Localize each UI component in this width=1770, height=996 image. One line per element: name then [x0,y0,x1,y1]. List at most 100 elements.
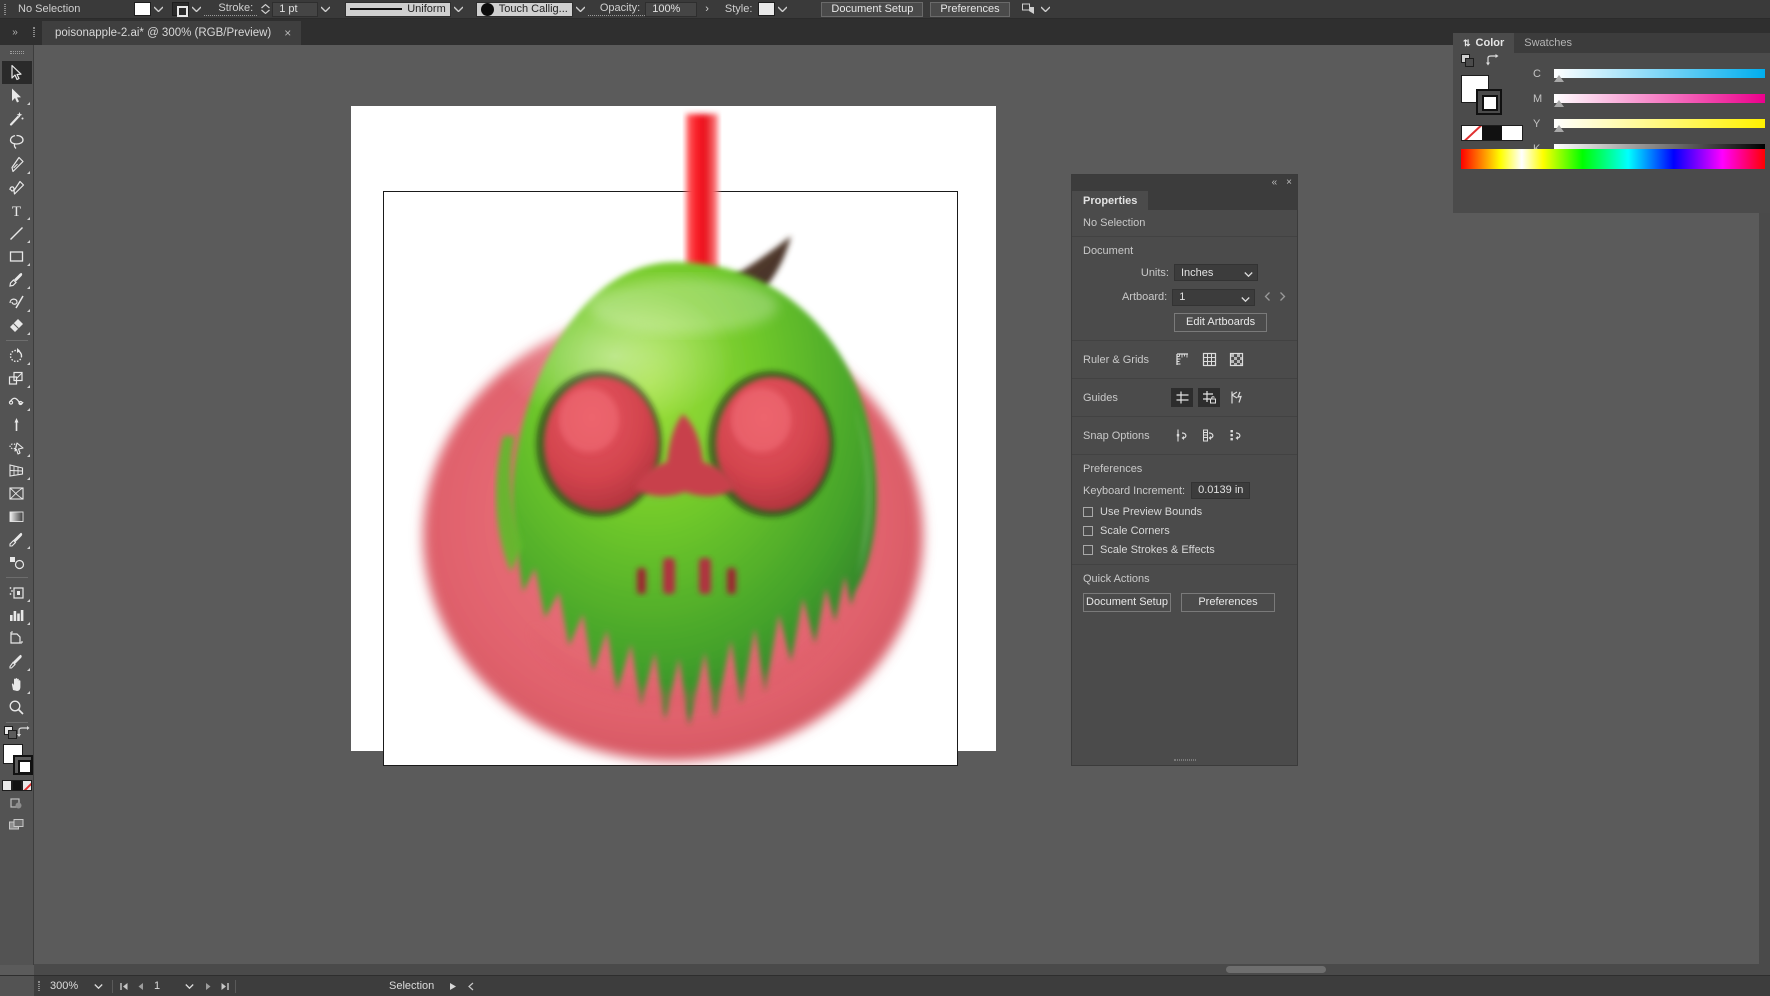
scale-corners-row[interactable]: Scale Corners [1083,525,1286,537]
next-artboard-icon[interactable] [1279,288,1286,306]
artboard-number-input[interactable]: 1 [148,980,178,992]
stroke-label[interactable]: Stroke: [204,2,258,16]
slice-tool[interactable] [2,650,32,673]
stroke-weight-chevron-icon[interactable] [318,0,333,19]
close-panel-icon[interactable]: × [1286,178,1292,188]
fill-stroke-swatches[interactable] [2,744,33,776]
slider-c[interactable]: C [1533,63,1765,84]
units-select[interactable]: Inches [1174,264,1258,281]
hand-tool[interactable] [2,673,32,696]
toolbar-expand-icon[interactable]: » [0,19,30,45]
slider-c-track[interactable] [1554,69,1765,82]
graphic-style-swatch[interactable] [758,2,776,16]
current-tool-label[interactable]: Selection [379,980,444,992]
opacity-label[interactable]: Opacity: [587,2,646,16]
gradient-icon[interactable] [11,780,22,791]
preferences-button[interactable]: Preferences [930,1,1010,17]
tab-properties[interactable]: Properties [1072,191,1149,210]
horizontal-scrollbar[interactable] [34,964,1770,975]
selection-tool[interactable] [1,61,32,84]
none-icon[interactable] [21,780,32,791]
zoom-tool[interactable] [2,696,32,719]
stroke-dropdown-chevron-icon[interactable] [189,0,204,19]
scale-strokes-effects-checkbox[interactable] [1083,545,1093,555]
artboard-chevron-down-icon[interactable] [178,976,200,996]
slider-y-thumb[interactable] [1554,125,1564,132]
curvature-tool[interactable] [2,176,32,199]
horizontal-scrollbar-thumb[interactable] [1226,966,1326,973]
pen-tool[interactable] [2,153,32,176]
snap-to-point-icon[interactable] [1171,426,1193,445]
lasso-tool[interactable] [2,130,32,153]
snap-to-pixel-icon[interactable] [1225,426,1247,445]
opacity-input[interactable]: 100% [645,1,698,17]
quick-document-setup-button[interactable]: Document Setup [1083,593,1171,612]
blend-tool[interactable] [2,551,32,574]
eraser-tool[interactable] [2,314,32,337]
last-artboard-icon[interactable] [216,976,232,996]
scale-corners-checkbox[interactable] [1083,526,1093,536]
edit-artboards-button[interactable]: Edit Artboards [1174,313,1268,332]
magic-wand-tool[interactable] [2,107,32,130]
quick-preferences-button[interactable]: Preferences [1181,593,1275,612]
brush-definition-select[interactable]: Touch Callig... [475,1,573,17]
show-grid-icon[interactable] [1198,350,1220,369]
tools-panel-grip[interactable] [9,48,25,57]
play-icon[interactable] [444,976,462,996]
white-swatch[interactable] [1502,126,1522,140]
tab-swatches[interactable]: Swatches [1514,33,1582,53]
scale-tool[interactable] [2,367,32,390]
snap-to-grid-icon[interactable] [1198,426,1220,445]
color-spectrum-bar[interactable] [1461,149,1765,169]
control-bar-grip[interactable] [0,0,10,19]
free-transform-tool[interactable] [2,413,32,436]
type-tool[interactable]: T [2,199,32,222]
mesh-tool[interactable] [2,482,32,505]
tab-color[interactable]: ⇅ Color [1453,33,1515,53]
gradient-tool[interactable] [2,505,32,528]
symbol-sprayer-tool[interactable] [2,581,32,604]
zoom-level-input[interactable]: 300% [43,980,87,992]
paintbrush-tool[interactable] [2,268,32,291]
prev-artboard-icon[interactable] [1264,288,1271,306]
zoom-chevron-down-icon[interactable] [87,976,109,996]
brush-definition-chevron-icon[interactable] [573,0,588,19]
use-preview-bounds-checkbox[interactable] [1083,507,1093,517]
arrange-chevron-icon[interactable] [1038,0,1053,19]
smart-guides-icon[interactable] [1225,388,1247,407]
show-rulers-icon[interactable] [1171,350,1193,369]
slider-m[interactable]: M [1533,88,1765,109]
scale-strokes-effects-row[interactable]: Scale Strokes & Effects [1083,544,1286,556]
status-bar-grip[interactable] [34,976,43,996]
first-artboard-icon[interactable] [116,976,132,996]
rotate-tool[interactable] [2,344,32,367]
document-setup-button[interactable]: Document Setup [821,1,924,17]
rectangle-tool[interactable] [2,245,32,268]
swap-fill-stroke-icon[interactable] [16,725,30,744]
lock-guides-icon[interactable] [1198,388,1220,407]
none-icon[interactable] [1462,126,1482,140]
fill-stroke-indicator-icon[interactable] [3,725,17,744]
panel-menu-icon[interactable]: ⇅ [1463,38,1471,49]
collapse-panel-icon[interactable]: « [1272,178,1278,188]
color-icon[interactable] [1,780,12,791]
close-icon[interactable]: × [284,27,291,39]
style-chevron-icon[interactable] [775,0,790,19]
shape-builder-tool[interactable] [2,436,32,459]
slider-y-track[interactable] [1554,119,1765,132]
artboard-tool[interactable] [2,627,32,650]
color-fill-stroke-swatches[interactable] [1461,67,1503,115]
stroke-swatch[interactable] [172,2,190,17]
chevron-left-icon[interactable] [462,976,480,996]
color-stroke-swatch[interactable] [1476,89,1502,115]
stroke-weight-stepper[interactable] [261,4,272,14]
eyedropper-tool[interactable] [2,528,32,551]
prev-artboard-icon[interactable] [132,976,148,996]
use-preview-bounds-row[interactable]: Use Preview Bounds [1083,506,1286,518]
keyboard-increment-input[interactable]: 0.0139 in [1191,482,1251,499]
line-segment-tool[interactable] [2,222,32,245]
poison-apple-illustration[interactable] [383,106,958,766]
artboard-select[interactable]: 1 [1172,288,1255,306]
stroke-weight-input[interactable]: 1 pt [272,1,319,17]
drawing-mode-icon[interactable] [2,792,32,814]
